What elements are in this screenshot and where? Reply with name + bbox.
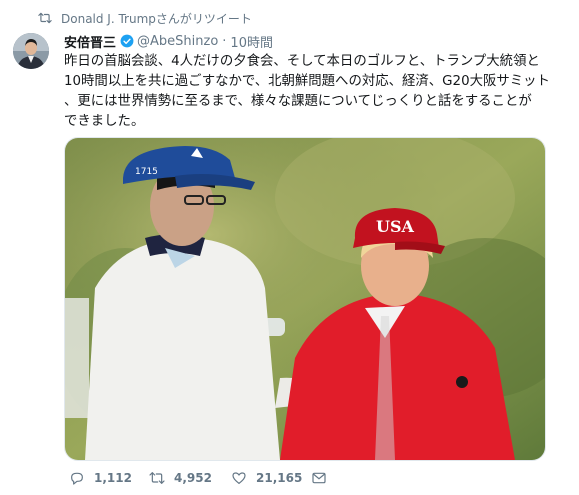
display-name[interactable]: 安倍晋三 — [64, 32, 116, 51]
cap-text: USA — [376, 217, 415, 236]
reply-button[interactable]: 1,112 — [69, 470, 149, 486]
tweet-actions: 1,112 4,952 21,165 — [64, 464, 364, 492]
tweet-text-line: 、更には世界情勢に至るまで、様々な課題についてじっくりと話をすることが — [64, 94, 532, 109]
tweet-header: 安倍晋三 @AbeShinzo · 10時間 — [64, 30, 273, 52]
direct-message-button[interactable] — [311, 470, 336, 486]
like-button[interactable]: 21,165 — [231, 470, 311, 486]
tweet-text-line: できました。 — [64, 114, 145, 129]
retweet-button[interactable]: 4,952 — [149, 470, 231, 486]
like-count: 21,165 — [256, 471, 303, 485]
tweet-text: 昨日の首脳会談、4人だけの夕食会、そして本日のゴルフと、トランプ大統領と 10時… — [64, 52, 574, 132]
timestamp[interactable]: 10時間 — [230, 32, 273, 51]
separator-dot: · — [222, 33, 227, 49]
retweet-count: 4,952 — [174, 471, 212, 485]
tweet-text-line: 10時間以上を共に過ごすなかで、北朝鮮問題への対応、経済、G20大阪サミット — [64, 74, 550, 89]
retweet-label: Donald J. Trumpさんがリツイート — [61, 11, 252, 26]
avatar[interactable] — [13, 33, 49, 69]
reply-icon — [71, 472, 83, 485]
heart-icon — [232, 472, 246, 484]
envelope-icon — [312, 472, 326, 484]
reply-count: 1,112 — [94, 471, 132, 485]
retweet-icon — [38, 12, 52, 24]
retweet-icon — [149, 472, 165, 484]
tweet-photo[interactable]: 1715 USA — [64, 137, 546, 461]
svg-text:1715: 1715 — [135, 167, 158, 177]
tweet-text-line: 昨日の首脳会談、4人だけの夕食会、そして本日のゴルフと、トランプ大統領と — [64, 54, 540, 69]
verified-badge-icon — [120, 34, 134, 48]
retweet-indicator: Donald J. Trumpさんがリツイート — [38, 9, 252, 27]
user-handle[interactable]: @AbeShinzo — [137, 34, 218, 49]
